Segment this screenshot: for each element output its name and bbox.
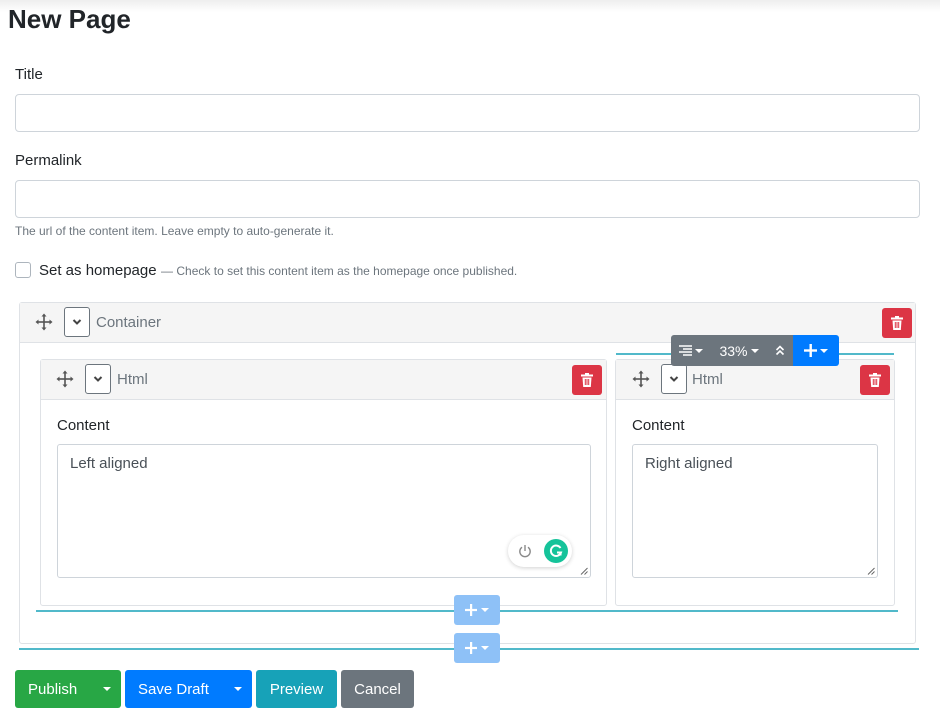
double-chevron-up-icon [775,345,785,356]
preview-button[interactable]: Preview [256,670,337,708]
title-label: Title [15,66,43,83]
content-text: Right aligned [645,455,733,472]
save-draft-button-group: Save Draft [125,670,252,708]
plus-icon [804,344,817,357]
title-input[interactable] [15,94,920,132]
trash-icon [581,373,593,387]
grammarly-widget[interactable] [508,535,572,567]
collapse-toggle-button[interactable] [85,364,111,394]
align-dropdown-button[interactable] [671,335,711,366]
container-name: Container [96,314,162,331]
caret-down-icon [695,348,703,353]
align-icon [679,345,692,356]
plus-icon [465,642,477,654]
homepage-row: Set as homepage — Check to set this cont… [39,262,517,280]
permalink-help: The url of the content item. Leave empty… [15,224,334,238]
publish-dropdown-toggle[interactable] [91,670,121,708]
chevron-down-icon [72,319,82,325]
html-widget-header: Html [41,360,606,400]
resize-grip-icon[interactable] [867,567,875,575]
column-width-dropdown[interactable]: 33% [711,335,767,366]
save-draft-button[interactable]: Save Draft [125,681,222,698]
add-widget-button[interactable] [454,595,500,625]
publish-button[interactable]: Publish [15,681,90,698]
delete-container-button[interactable] [882,308,912,338]
preview-label: Preview [269,680,324,698]
grammarly-icon[interactable] [544,539,568,563]
plus-icon [465,604,477,616]
trash-icon [869,373,881,387]
cancel-label: Cancel [354,680,401,698]
content-label: Content [57,417,110,434]
trash-icon [891,316,903,330]
caret-down-icon [102,687,111,691]
grammarly-g-glyph [549,544,563,557]
widget-name: Html [692,371,723,388]
power-icon[interactable] [517,543,533,559]
save-draft-dropdown-toggle[interactable] [222,670,252,708]
caret-down-icon [233,687,242,691]
move-icon[interactable] [56,370,74,388]
column-toolbar: 33% [671,335,839,366]
add-widget-button[interactable] [793,335,839,366]
chevron-down-icon [669,376,679,382]
collapse-toggle-button[interactable] [661,364,687,394]
homepage-checkbox[interactable] [15,262,31,278]
resize-grip-icon[interactable] [580,567,588,575]
cancel-button[interactable]: Cancel [341,670,414,708]
html-widget-left: Html Content Left aligned [40,359,607,606]
top-shadow [0,0,940,12]
homepage-label[interactable]: Set as homepage [39,262,157,279]
content-label: Content [632,417,685,434]
delete-widget-button[interactable] [860,365,890,395]
caret-down-icon [481,646,489,650]
caret-down-icon [481,608,489,612]
content-textarea-right[interactable]: Right aligned [632,444,878,578]
column-width-value: 33% [719,342,748,359]
move-icon[interactable] [35,313,53,331]
collapse-toggle-button[interactable] [64,307,90,337]
html-widget-header: Html [616,360,894,400]
content-text: Left aligned [70,455,148,472]
add-container-button[interactable] [454,633,500,663]
chevron-down-icon [93,376,103,382]
publish-button-group: Publish [15,670,121,708]
delete-widget-button[interactable] [572,365,602,395]
caret-down-icon [820,348,828,353]
permalink-input[interactable] [15,180,920,218]
page-title: New Page [8,4,131,34]
homepage-hint: — Check to set this content item as the … [161,264,518,278]
html-widget-right: Html Content Right aligned [615,359,895,606]
collapse-all-button[interactable] [767,335,793,366]
permalink-label: Permalink [15,152,82,169]
widget-name: Html [117,371,148,388]
move-icon[interactable] [632,370,650,388]
caret-down-icon [750,348,759,353]
